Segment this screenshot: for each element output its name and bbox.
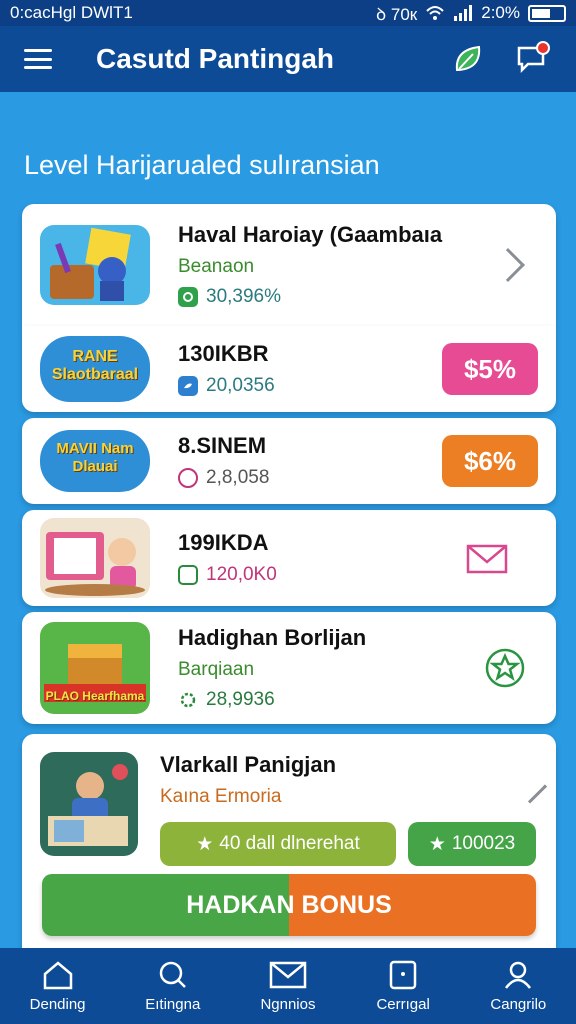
stat-value: 20,0356 [206,375,275,396]
game-card-4[interactable]: 199IKDA 120,0K0 [22,510,556,606]
status-right: ꝺ 70к 2:0% [376,2,566,25]
offer-chip-label: 40 dall dlnerehat [219,833,360,854]
discount-pill[interactable]: $6% [442,435,538,487]
bird-icon [178,376,198,396]
game-name: Vlarkall Panigjan [160,752,337,777]
game-thumbnail [40,752,138,856]
stat-value: 30,396% [206,286,282,307]
page-title: Casutd Pantingah [96,43,335,74]
game-card-2[interactable]: RANE Slaotbaraal 130IKBR 20,0356 $5% [22,326,556,412]
game-card-1[interactable]: Haval Haroiay (Gaambaıa Beanaon 30,396% [22,204,556,326]
stat-value: 28,9936 [206,689,275,710]
game-name: Hadighan Borlijan [178,625,367,650]
game-name: 8.SINEM [178,433,267,458]
game-category: Beanaon [178,256,255,277]
game-stat: 20,0356 [178,375,442,397]
leaf-chat-button[interactable] [448,39,488,79]
wifi-icon [426,6,444,20]
game-thumbnail: MAVII Nam Dlauai [40,430,150,492]
chevron-right-icon[interactable] [491,248,525,282]
game-stat: 30,396% [178,286,496,308]
notification-badge [536,41,550,55]
game-category: Kaına Ermoria [160,786,282,807]
game-stat: 28,9936 [178,689,484,711]
discount-pill[interactable]: $5% [442,343,538,395]
mail-icon [269,961,307,988]
nav-label: Cangrilo [490,995,547,1013]
game-thumbnail [40,225,150,305]
nav-label: Dending [29,995,86,1013]
mail-icon[interactable] [466,542,508,574]
status-time: 2:0% [481,3,520,22]
game-stat: 120,0K0 [178,564,466,586]
menu-icon[interactable] [24,49,52,69]
nav-item-messages[interactable]: Ngnnios [238,960,338,1013]
status-right-text: ꝺ 70к [375,4,418,24]
leaf-icon [455,45,481,71]
tablet-icon [389,960,417,989]
stat-value: 120,0K0 [206,564,277,585]
nav-item-home[interactable]: Dending [8,960,108,1013]
nav-label: Ngnnios [260,995,316,1013]
home-icon [43,960,72,989]
offer-chip[interactable]: ★ 40 dall dlnerehat [160,822,396,866]
star-badge-icon[interactable] [484,647,526,689]
stat-value: 2,8,058 [206,467,270,488]
nav-label: Eıtingna [145,995,201,1013]
action-chips: ★ 40 dall dlnerehat ★ 100023 [160,822,536,866]
percent-icon [178,287,198,307]
game-name: Haval Haroiay (Gaambaıa [178,222,443,247]
game-stat: 2,8,058 [178,467,442,489]
game-thumbnail: PLAO Hearfhama [40,622,150,714]
square-icon [178,565,198,585]
game-thumbnail: RANE Slaotbaraal [40,336,150,402]
clock-icon [178,468,198,488]
battery-icon [528,4,566,22]
signal-icon [454,5,473,21]
nav-label: Cerrıgal [376,995,430,1013]
nav-item-search[interactable]: Eıtingna [123,960,223,1013]
notifications-button[interactable] [512,39,552,79]
game-card-3[interactable]: MAVII Nam Dlauai 8.SINEM 2,8,058 $6% [22,418,556,504]
bonus-button[interactable]: HADKAN BONUS [42,874,536,936]
game-thumbnail [40,518,150,598]
status-left-text: 0:сасНgl DWlT1 [10,3,133,22]
profile-icon [505,961,532,989]
nav-item-center[interactable]: Cerrıgal [353,960,453,1013]
points-chip-label: 100023 [451,833,516,854]
gear-icon [178,690,198,710]
app-bar: Casutd Pantingah [0,26,576,92]
star-icon: ★ [428,833,446,855]
points-chip[interactable]: ★ 100023 [408,822,536,866]
nav-item-profile[interactable]: Cangrilo [468,960,568,1013]
bottom-navigation: Dending Eıtingna Ngnnios Cerrıgal Cangri… [0,948,576,1024]
section-title: Level Harijarualed sulıransian [24,150,380,180]
search-icon [159,961,186,988]
game-name: 130IKBR [178,341,269,366]
status-bar: 0:сасНgl DWlT1 ꝺ 70к 2:0% [0,0,576,26]
game-category: Barqiaan [178,659,255,680]
star-icon: ★ [196,833,214,855]
game-name: 199IKDA [178,530,269,555]
game-card-5[interactable]: PLAO Hearfhama Hadighan Borlijan Barqiaa… [22,612,556,724]
